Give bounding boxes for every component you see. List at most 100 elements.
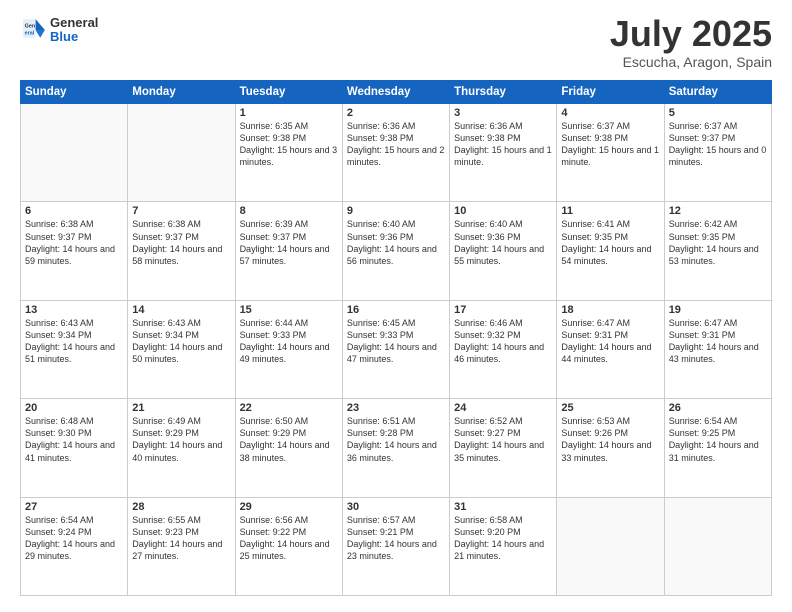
day-number: 24 — [454, 402, 552, 414]
day-content: Sunrise: 6:55 AM Sunset: 9:23 PM Dayligh… — [132, 514, 230, 563]
day-content: Sunrise: 6:46 AM Sunset: 9:32 PM Dayligh… — [454, 317, 552, 366]
calendar-cell — [128, 104, 235, 202]
calendar-cell — [664, 497, 771, 595]
day-content: Sunrise: 6:36 AM Sunset: 9:38 PM Dayligh… — [454, 120, 552, 169]
calendar-week-row: 13Sunrise: 6:43 AM Sunset: 9:34 PM Dayli… — [21, 300, 772, 398]
day-content: Sunrise: 6:43 AM Sunset: 9:34 PM Dayligh… — [132, 317, 230, 366]
day-content: Sunrise: 6:44 AM Sunset: 9:33 PM Dayligh… — [240, 317, 338, 366]
logo-icon: Gen eral — [20, 16, 48, 44]
calendar-cell: 19Sunrise: 6:47 AM Sunset: 9:31 PM Dayli… — [664, 300, 771, 398]
month-title: July 2025 — [610, 16, 772, 52]
day-number: 4 — [561, 107, 659, 119]
calendar-cell: 5Sunrise: 6:37 AM Sunset: 9:37 PM Daylig… — [664, 104, 771, 202]
day-number: 19 — [669, 304, 767, 316]
day-number: 15 — [240, 304, 338, 316]
calendar-table: SundayMondayTuesdayWednesdayThursdayFrid… — [20, 80, 772, 596]
calendar-week-row: 1Sunrise: 6:35 AM Sunset: 9:38 PM Daylig… — [21, 104, 772, 202]
day-number: 6 — [25, 205, 123, 217]
calendar-cell: 14Sunrise: 6:43 AM Sunset: 9:34 PM Dayli… — [128, 300, 235, 398]
day-content: Sunrise: 6:41 AM Sunset: 9:35 PM Dayligh… — [561, 218, 659, 267]
day-number: 5 — [669, 107, 767, 119]
day-content: Sunrise: 6:53 AM Sunset: 9:26 PM Dayligh… — [561, 415, 659, 464]
page: Gen eral General Blue July 2025 Escucha,… — [0, 0, 792, 612]
calendar-cell: 10Sunrise: 6:40 AM Sunset: 9:36 PM Dayli… — [450, 202, 557, 300]
day-number: 7 — [132, 205, 230, 217]
calendar-week-row: 6Sunrise: 6:38 AM Sunset: 9:37 PM Daylig… — [21, 202, 772, 300]
day-number: 30 — [347, 501, 445, 513]
day-number: 3 — [454, 107, 552, 119]
calendar-cell: 24Sunrise: 6:52 AM Sunset: 9:27 PM Dayli… — [450, 399, 557, 497]
day-number: 13 — [25, 304, 123, 316]
day-content: Sunrise: 6:58 AM Sunset: 9:20 PM Dayligh… — [454, 514, 552, 563]
calendar-cell: 8Sunrise: 6:39 AM Sunset: 9:37 PM Daylig… — [235, 202, 342, 300]
day-number: 27 — [25, 501, 123, 513]
calendar-cell: 30Sunrise: 6:57 AM Sunset: 9:21 PM Dayli… — [342, 497, 449, 595]
day-content: Sunrise: 6:52 AM Sunset: 9:27 PM Dayligh… — [454, 415, 552, 464]
svg-text:Gen: Gen — [25, 24, 36, 30]
day-content: Sunrise: 6:40 AM Sunset: 9:36 PM Dayligh… — [454, 218, 552, 267]
weekday-header-sunday: Sunday — [21, 81, 128, 104]
weekday-header-thursday: Thursday — [450, 81, 557, 104]
day-number: 1 — [240, 107, 338, 119]
day-number: 28 — [132, 501, 230, 513]
weekday-header-monday: Monday — [128, 81, 235, 104]
day-number: 25 — [561, 402, 659, 414]
day-number: 23 — [347, 402, 445, 414]
day-number: 12 — [669, 205, 767, 217]
svg-text:eral: eral — [25, 31, 35, 37]
weekday-header-saturday: Saturday — [664, 81, 771, 104]
calendar-cell — [21, 104, 128, 202]
day-content: Sunrise: 6:38 AM Sunset: 9:37 PM Dayligh… — [25, 218, 123, 267]
weekday-header-tuesday: Tuesday — [235, 81, 342, 104]
day-number: 20 — [25, 402, 123, 414]
calendar-cell: 20Sunrise: 6:48 AM Sunset: 9:30 PM Dayli… — [21, 399, 128, 497]
logo: Gen eral General Blue — [20, 16, 98, 45]
location-title: Escucha, Aragon, Spain — [610, 54, 772, 70]
day-content: Sunrise: 6:35 AM Sunset: 9:38 PM Dayligh… — [240, 120, 338, 169]
logo-blue: Blue — [50, 30, 98, 44]
calendar-cell — [557, 497, 664, 595]
day-content: Sunrise: 6:47 AM Sunset: 9:31 PM Dayligh… — [561, 317, 659, 366]
day-content: Sunrise: 6:37 AM Sunset: 9:37 PM Dayligh… — [669, 120, 767, 169]
calendar-cell: 28Sunrise: 6:55 AM Sunset: 9:23 PM Dayli… — [128, 497, 235, 595]
calendar-cell: 25Sunrise: 6:53 AM Sunset: 9:26 PM Dayli… — [557, 399, 664, 497]
calendar-cell: 4Sunrise: 6:37 AM Sunset: 9:38 PM Daylig… — [557, 104, 664, 202]
day-content: Sunrise: 6:40 AM Sunset: 9:36 PM Dayligh… — [347, 218, 445, 267]
calendar-cell: 18Sunrise: 6:47 AM Sunset: 9:31 PM Dayli… — [557, 300, 664, 398]
day-number: 2 — [347, 107, 445, 119]
day-content: Sunrise: 6:43 AM Sunset: 9:34 PM Dayligh… — [25, 317, 123, 366]
calendar-cell: 6Sunrise: 6:38 AM Sunset: 9:37 PM Daylig… — [21, 202, 128, 300]
calendar-cell: 13Sunrise: 6:43 AM Sunset: 9:34 PM Dayli… — [21, 300, 128, 398]
day-content: Sunrise: 6:57 AM Sunset: 9:21 PM Dayligh… — [347, 514, 445, 563]
day-content: Sunrise: 6:50 AM Sunset: 9:29 PM Dayligh… — [240, 415, 338, 464]
calendar-cell: 15Sunrise: 6:44 AM Sunset: 9:33 PM Dayli… — [235, 300, 342, 398]
calendar-cell: 17Sunrise: 6:46 AM Sunset: 9:32 PM Dayli… — [450, 300, 557, 398]
day-number: 9 — [347, 205, 445, 217]
day-content: Sunrise: 6:49 AM Sunset: 9:29 PM Dayligh… — [132, 415, 230, 464]
calendar-cell: 23Sunrise: 6:51 AM Sunset: 9:28 PM Dayli… — [342, 399, 449, 497]
calendar-cell: 26Sunrise: 6:54 AM Sunset: 9:25 PM Dayli… — [664, 399, 771, 497]
day-number: 22 — [240, 402, 338, 414]
weekday-header-friday: Friday — [557, 81, 664, 104]
weekday-header-wednesday: Wednesday — [342, 81, 449, 104]
day-content: Sunrise: 6:38 AM Sunset: 9:37 PM Dayligh… — [132, 218, 230, 267]
day-number: 10 — [454, 205, 552, 217]
day-number: 26 — [669, 402, 767, 414]
day-number: 17 — [454, 304, 552, 316]
day-number: 16 — [347, 304, 445, 316]
day-number: 18 — [561, 304, 659, 316]
calendar-cell: 22Sunrise: 6:50 AM Sunset: 9:29 PM Dayli… — [235, 399, 342, 497]
day-content: Sunrise: 6:56 AM Sunset: 9:22 PM Dayligh… — [240, 514, 338, 563]
day-number: 11 — [561, 205, 659, 217]
day-content: Sunrise: 6:47 AM Sunset: 9:31 PM Dayligh… — [669, 317, 767, 366]
title-block: July 2025 Escucha, Aragon, Spain — [610, 16, 772, 70]
day-content: Sunrise: 6:51 AM Sunset: 9:28 PM Dayligh… — [347, 415, 445, 464]
calendar-cell: 3Sunrise: 6:36 AM Sunset: 9:38 PM Daylig… — [450, 104, 557, 202]
logo-general: General — [50, 16, 98, 30]
day-number: 29 — [240, 501, 338, 513]
day-content: Sunrise: 6:36 AM Sunset: 9:38 PM Dayligh… — [347, 120, 445, 169]
day-content: Sunrise: 6:54 AM Sunset: 9:24 PM Dayligh… — [25, 514, 123, 563]
calendar-cell: 16Sunrise: 6:45 AM Sunset: 9:33 PM Dayli… — [342, 300, 449, 398]
day-number: 31 — [454, 501, 552, 513]
calendar-cell: 12Sunrise: 6:42 AM Sunset: 9:35 PM Dayli… — [664, 202, 771, 300]
